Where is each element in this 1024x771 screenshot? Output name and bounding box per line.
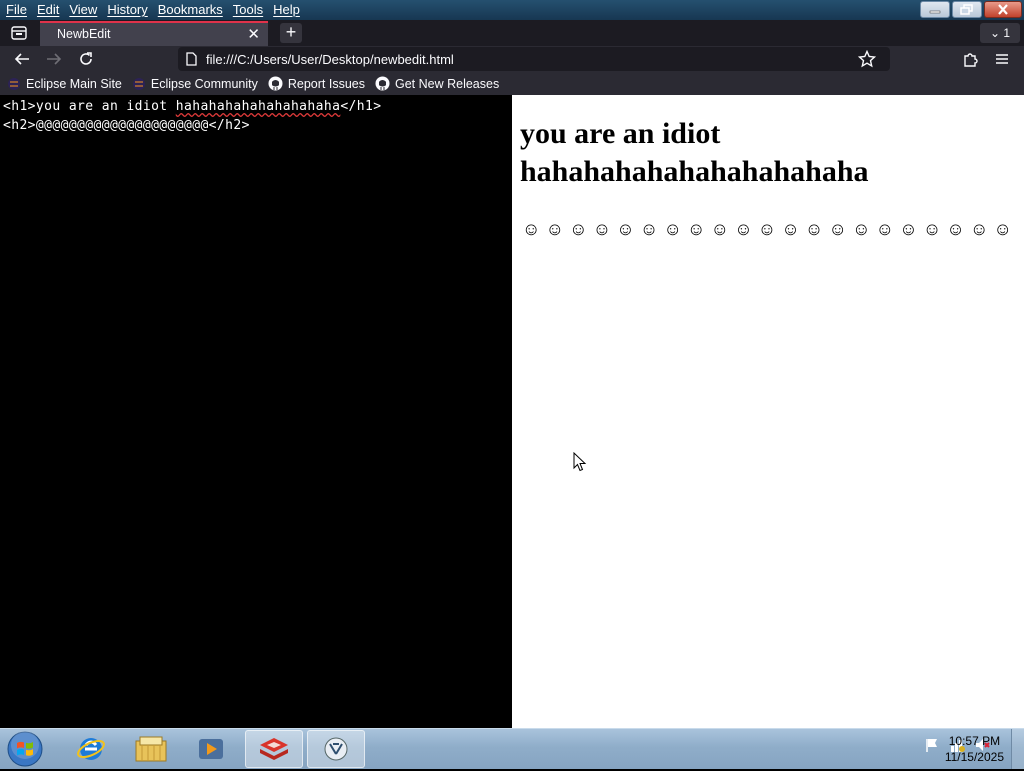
preview-heading-2: ☺☺☺☺☺☺☺☺☺☺☺☺☺☺☺☺☺☺☺☺☺	[522, 219, 1018, 239]
menu-bookmarks[interactable]: Bookmarks	[153, 0, 228, 20]
minimize-button[interactable]	[920, 1, 950, 18]
forward-arrow-icon	[47, 53, 62, 65]
taskbar-file-explorer[interactable]	[122, 730, 180, 768]
bookmark-label: Eclipse Main Site	[26, 76, 122, 91]
eclipse-icon	[7, 77, 21, 91]
hamburger-menu-icon	[996, 54, 1008, 64]
app-menu-button[interactable]	[990, 49, 1014, 69]
menu-edit[interactable]: Edit	[32, 0, 64, 20]
menu-history[interactable]: History	[102, 0, 152, 20]
media-player-icon	[199, 739, 223, 759]
new-tab-button[interactable]: +	[280, 23, 302, 43]
github-icon	[268, 76, 283, 91]
url-text[interactable]: file:///C:/Users/User/Desktop/newbedit.h…	[206, 52, 454, 67]
internet-explorer-icon	[77, 738, 105, 760]
close-icon	[998, 4, 1008, 15]
minimize-icon	[929, 10, 941, 13]
bookmark-eclipse-community[interactable]: Eclipse Community	[132, 77, 258, 91]
eclipse-icon	[132, 77, 146, 91]
firefox-view-icon	[11, 26, 27, 40]
plus-icon: +	[285, 22, 297, 42]
code-editor[interactable]: <h1>you are an idiot hahahahahahahahahah…	[0, 95, 512, 728]
bookmark-label: Report Issues	[287, 76, 365, 91]
mouse-pointer-icon	[573, 451, 587, 475]
code-line-2[interactable]: <h2>@@@@@@@@@@@@@@@@@@@@@</h2>	[3, 118, 250, 133]
taskbar-media-player[interactable]	[182, 730, 240, 768]
misspelled-word: hahahahahahahahahaha	[175, 99, 341, 114]
taskbar-internet-explorer[interactable]	[62, 730, 120, 768]
menu-view[interactable]: View	[64, 0, 102, 20]
firefox-view-button[interactable]	[8, 23, 30, 43]
bookmarks-toolbar: Eclipse Main Site Eclipse Community Repo…	[0, 72, 1024, 95]
action-center-flag-icon[interactable]	[924, 737, 940, 756]
file-explorer-icon	[135, 736, 167, 762]
page-icon	[186, 52, 197, 69]
menu-file[interactable]: File	[0, 0, 32, 20]
back-arrow-icon	[14, 53, 29, 65]
preview-heading-1: you are an idiot hahahahahahahahahahaha	[520, 117, 869, 188]
navigation-toolbar: file:///C:/Users/User/Desktop/newbedit.h…	[0, 46, 1024, 72]
chevron-down-icon: ⌄	[989, 26, 1001, 40]
bookmark-star-icon[interactable]	[857, 49, 877, 71]
reload-button[interactable]	[74, 49, 98, 69]
forward-button[interactable]	[42, 49, 66, 69]
back-button[interactable]	[10, 49, 34, 69]
menu-help[interactable]: Help	[268, 0, 305, 20]
html-preview: you are an idiot hahahahahahahahahahaha …	[512, 95, 1024, 728]
tab-close-icon[interactable]: ✕	[247, 25, 260, 43]
menu-tools[interactable]: Tools	[228, 0, 268, 20]
code-text: <h1>you are an idiot	[3, 99, 176, 114]
windows-start-icon	[7, 731, 43, 767]
restore-icon	[960, 4, 973, 15]
start-button[interactable]	[4, 730, 46, 768]
windows-taskbar: 10:57 PM 11/15/2025	[0, 728, 1024, 769]
clock-time: 10:57 PM	[948, 734, 1001, 748]
system-clock[interactable]: 10:57 PM 11/15/2025	[945, 733, 1004, 765]
close-window-button[interactable]	[984, 1, 1022, 18]
tab-newbedit[interactable]: NewbEdit ✕	[40, 21, 268, 46]
bookmark-report-issues[interactable]: Report Issues	[268, 76, 365, 91]
restore-button[interactable]	[952, 1, 982, 18]
url-bar[interactable]: file:///C:/Users/User/Desktop/newbedit.h…	[178, 47, 890, 71]
reload-icon	[80, 52, 92, 65]
taskbar-app[interactable]	[307, 730, 365, 768]
window-titlebar: File Edit View History Bookmarks Tools H…	[0, 0, 1024, 20]
code-text: </h1>	[340, 99, 382, 114]
window-controls	[920, 1, 1022, 18]
github-icon	[375, 76, 390, 91]
tab-title: NewbEdit	[57, 27, 111, 41]
app-icon	[324, 737, 348, 761]
bookmark-get-new-releases[interactable]: Get New Releases	[375, 76, 499, 91]
tab-strip: NewbEdit ✕ + ⌄ 1	[0, 20, 1024, 46]
list-all-tabs-button[interactable]: ⌄ 1	[980, 23, 1020, 43]
clock-date: 11/15/2025	[944, 750, 1004, 764]
firefox-icon	[260, 738, 288, 760]
bookmark-eclipse-main-site[interactable]: Eclipse Main Site	[7, 77, 122, 91]
bookmark-label: Eclipse Community	[150, 76, 258, 91]
bookmark-label: Get New Releases	[394, 76, 500, 91]
code-line-1[interactable]: <h1>you are an idiot hahahahahahahahahah…	[3, 99, 381, 114]
extensions-button[interactable]	[958, 49, 982, 69]
menubar: File Edit View History Bookmarks Tools H…	[0, 0, 305, 20]
taskbar-firefox[interactable]	[245, 730, 303, 768]
puzzle-icon	[964, 53, 978, 67]
show-desktop-button[interactable]	[1011, 729, 1024, 769]
tab-count: 1	[1003, 26, 1011, 40]
